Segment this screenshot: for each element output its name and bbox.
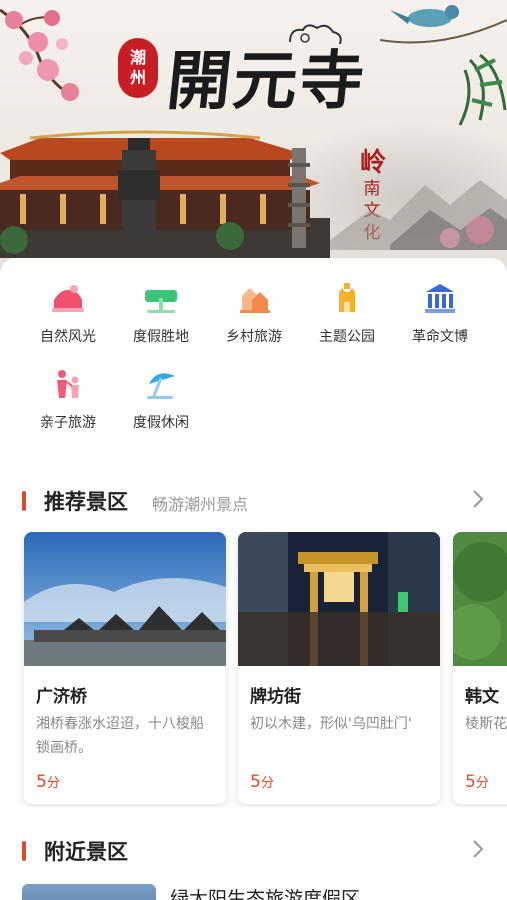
section-title: 附近景区 bbox=[44, 840, 128, 864]
category-theme-park[interactable]: 主题公园 bbox=[297, 280, 397, 346]
category-label: 亲子旅游 bbox=[40, 415, 96, 431]
category-resort[interactable]: 度假胜地 bbox=[111, 280, 211, 346]
score-value: 5 bbox=[36, 772, 47, 792]
category-revolution-museum[interactable]: 革命文博 bbox=[390, 280, 490, 346]
category-rural-tourism[interactable]: 乡村旅游 bbox=[204, 280, 304, 346]
category-nature-scenery[interactable]: 自然风光 bbox=[18, 280, 118, 346]
castle-icon bbox=[339, 283, 355, 312]
card-score: 5分 bbox=[250, 772, 274, 792]
seal-char-2: 州 bbox=[129, 68, 146, 87]
nearby-item-title[interactable]: 绿太阳生态旅游度假区 bbox=[170, 884, 360, 900]
score-unit: 分 bbox=[260, 776, 274, 791]
chevron-right-icon[interactable] bbox=[470, 488, 486, 510]
village-icon bbox=[240, 288, 270, 313]
beach-umbrella-icon bbox=[147, 373, 175, 399]
card-description: 初以木建，形似'乌凹肚门' bbox=[250, 716, 412, 732]
card-description: 湘桥春涨水迢迢，十八梭船锁画桥。 bbox=[36, 716, 204, 756]
score-value: 5 bbox=[250, 772, 261, 792]
family-icon bbox=[57, 370, 79, 398]
card-score: 5分 bbox=[465, 772, 489, 792]
paifang-street-photo bbox=[238, 532, 440, 666]
category-label: 主题公园 bbox=[319, 329, 375, 345]
nearby-item-thumbnail[interactable] bbox=[22, 884, 156, 900]
score-unit: 分 bbox=[475, 776, 489, 791]
score-unit: 分 bbox=[46, 776, 60, 791]
section-accent-bar bbox=[22, 841, 26, 861]
recommended-section-header[interactable]: 推荐景区 畅游潮州景点 bbox=[0, 486, 507, 516]
category-label: 度假休闲 bbox=[133, 415, 189, 431]
section-subtitle: 畅游潮州景点 bbox=[152, 495, 249, 514]
chevron-right-icon[interactable] bbox=[470, 838, 486, 860]
section-title: 推荐景区 bbox=[44, 490, 128, 514]
recommended-card-list[interactable]: 广济桥 湘桥春涨水迢迢，十八梭船锁画桥。 5分 牌坊街 初以木建，形似'乌凹肚门… bbox=[0, 532, 507, 807]
mountain-painting bbox=[330, 180, 507, 250]
guangji-bridge-photo bbox=[24, 532, 226, 666]
category-label: 革命文博 bbox=[412, 329, 468, 345]
card-description: 棱斯花 bbox=[465, 716, 507, 732]
seal-char-1: 潮 bbox=[129, 48, 146, 67]
scenic-card[interactable]: 牌坊街 初以木建，形似'乌凹肚门' 5分 bbox=[238, 532, 440, 804]
kaiyuan-temple-photo bbox=[0, 130, 330, 258]
content-panel: 自然风光 度假胜地 乡村旅游 主题公园 革命文博 亲子旅游 度假休闲 推荐景区 … bbox=[0, 258, 507, 900]
nearby-section-header[interactable]: 附近景区 bbox=[0, 836, 507, 866]
card-score: 5分 bbox=[36, 772, 60, 792]
scenic-card[interactable]: 韩文 棱斯花 5分 bbox=[453, 532, 507, 804]
bird-decoration bbox=[380, 5, 507, 126]
palm-tree-icon bbox=[145, 290, 177, 313]
top-banner[interactable]: 潮 州 開元寺 岭 南 文 化 bbox=[0, 0, 507, 280]
card-name: 广济桥 bbox=[36, 687, 87, 707]
card-name: 韩文 bbox=[465, 687, 499, 707]
score-value: 5 bbox=[465, 772, 476, 792]
section-accent-bar bbox=[22, 491, 26, 511]
category-label: 乡村旅游 bbox=[226, 329, 282, 345]
museum-icon bbox=[425, 284, 455, 313]
mountain-icon bbox=[52, 285, 84, 312]
category-family-travel[interactable]: 亲子旅游 bbox=[18, 366, 118, 432]
category-leisure-vacation[interactable]: 度假休闲 bbox=[111, 366, 211, 432]
category-label: 度假胜地 bbox=[133, 329, 189, 345]
scenic-card[interactable]: 广济桥 湘桥春涨水迢迢，十八梭船锁画桥。 5分 bbox=[24, 532, 226, 804]
chaozhou-seal: 潮 州 bbox=[118, 38, 158, 98]
category-label: 自然风光 bbox=[40, 329, 96, 345]
plum-blossom-decoration bbox=[0, 8, 79, 101]
han-temple-photo bbox=[453, 532, 507, 666]
card-name: 牌坊街 bbox=[250, 687, 301, 707]
cloud-swirl-decoration bbox=[289, 24, 342, 45]
